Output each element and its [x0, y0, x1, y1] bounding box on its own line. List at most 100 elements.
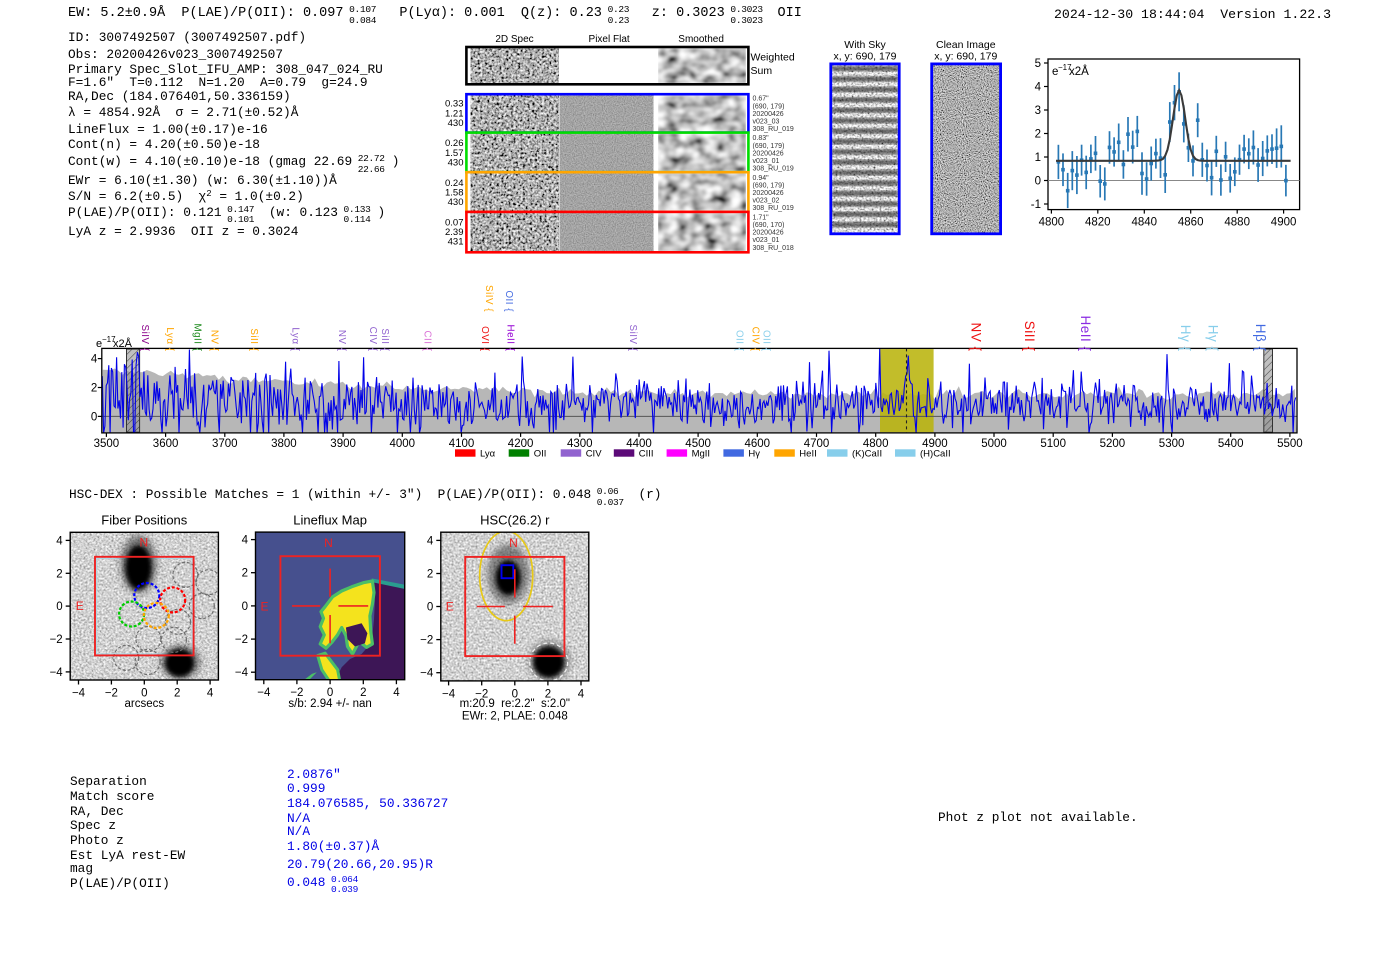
- svg-text:−2: −2: [235, 634, 248, 646]
- svg-text:3700: 3700: [212, 438, 238, 450]
- svg-text:−4: −4: [442, 688, 456, 700]
- svg-text:HSC(26.2) r: HSC(26.2) r: [480, 513, 550, 528]
- svg-text:2: 2: [174, 688, 180, 700]
- svg-text:OII {: OII {: [733, 330, 744, 352]
- svg-text:SiII {: SiII {: [248, 328, 259, 351]
- svg-text:0.94": 0.94": [753, 175, 770, 182]
- svg-text:5400: 5400: [1218, 438, 1244, 450]
- svg-text:−4: −4: [72, 688, 86, 700]
- svg-text:5000: 5000: [981, 438, 1007, 450]
- svg-text:5100: 5100: [1040, 438, 1066, 450]
- svg-text:SiII {: SiII {: [379, 328, 390, 351]
- svg-text:(H)CaII: (H)CaII: [920, 449, 951, 460]
- svg-text:N: N: [509, 536, 518, 550]
- svg-text:4000: 4000: [390, 438, 416, 450]
- svg-text:m:20.9 re:2.2" s:2.0": m:20.9 re:2.2" s:2.0": [460, 698, 570, 710]
- svg-text:Hβ {: Hβ {: [1253, 324, 1268, 352]
- svg-text:2: 2: [427, 569, 433, 581]
- svg-text:−4: −4: [257, 687, 271, 699]
- svg-text:2: 2: [91, 383, 97, 395]
- svg-text:Hγ: Hγ: [748, 449, 760, 460]
- svg-text:E: E: [446, 600, 454, 614]
- svg-text:0: 0: [1035, 176, 1041, 188]
- svg-text:OVI {: OVI {: [479, 326, 490, 352]
- svg-text:x, y: 690, 179: x, y: 690, 179: [833, 51, 896, 63]
- svg-text:N: N: [324, 536, 333, 550]
- svg-text:308_RU_019: 308_RU_019: [753, 205, 794, 212]
- svg-text:0.83": 0.83": [753, 135, 770, 142]
- svg-text:OII: OII: [534, 449, 547, 460]
- svg-text:4880: 4880: [1224, 217, 1250, 229]
- svg-text:3600: 3600: [153, 438, 179, 450]
- svg-text:4820: 4820: [1085, 217, 1111, 229]
- svg-text:430: 430: [448, 197, 464, 208]
- svg-text:0: 0: [427, 602, 433, 614]
- svg-text:20200426: 20200426: [753, 150, 784, 157]
- svg-text:CIV {: CIV {: [367, 327, 378, 352]
- svg-text:308_RU_019: 308_RU_019: [753, 126, 794, 133]
- svg-text:arcsecs: arcsecs: [124, 698, 164, 710]
- svg-text:3: 3: [1035, 105, 1041, 117]
- svg-text:2: 2: [242, 568, 248, 580]
- svg-text:20200426: 20200426: [753, 230, 784, 237]
- svg-text:3900: 3900: [330, 438, 356, 450]
- svg-text:Weighted: Weighted: [751, 52, 795, 64]
- svg-text:3800: 3800: [271, 438, 297, 450]
- svg-text:(K)CaII: (K)CaII: [852, 449, 882, 460]
- svg-text:CIII: CIII: [639, 449, 654, 460]
- svg-text:With Sky: With Sky: [844, 39, 886, 51]
- svg-text:x2Å: x2Å: [113, 337, 133, 350]
- svg-text:20200426: 20200426: [753, 190, 784, 197]
- svg-text:v023_03: v023_03: [753, 119, 780, 126]
- svg-text:x2Å: x2Å: [1069, 65, 1089, 78]
- svg-text:0: 0: [56, 601, 62, 613]
- svg-text:0: 0: [91, 411, 97, 423]
- svg-text:SiII {: SiII {: [1022, 321, 1037, 352]
- svg-text:x, y: 690, 179: x, y: 690, 179: [934, 51, 997, 63]
- svg-text:Fiber Positions: Fiber Positions: [101, 513, 187, 528]
- svg-text:MgII {: MgII {: [191, 323, 202, 351]
- svg-text:308_RU_018: 308_RU_018: [753, 245, 794, 252]
- svg-text:v023_02: v023_02: [753, 198, 780, 205]
- svg-text:5500: 5500: [1277, 438, 1303, 450]
- svg-text:Lyα {: Lyα {: [289, 327, 300, 351]
- svg-text:OII {: OII {: [503, 290, 514, 312]
- svg-text:4: 4: [1035, 82, 1042, 94]
- svg-text:430: 430: [448, 157, 464, 168]
- svg-text:v023_01: v023_01: [753, 237, 780, 244]
- svg-text:MgII: MgII: [692, 449, 710, 460]
- svg-text:Pixel Flat: Pixel Flat: [589, 34, 630, 45]
- svg-text:2D Spec: 2D Spec: [495, 34, 533, 45]
- svg-text:308_RU_019: 308_RU_019: [753, 166, 794, 173]
- svg-text:E: E: [260, 600, 268, 614]
- svg-text:(690, 179): (690, 179): [753, 182, 785, 189]
- svg-text:Smoothed: Smoothed: [678, 34, 724, 45]
- svg-text:5200: 5200: [1100, 438, 1126, 450]
- svg-text:1: 1: [1035, 152, 1041, 164]
- svg-text:4: 4: [242, 535, 249, 547]
- svg-text:NV {: NV {: [968, 322, 983, 351]
- svg-text:NV {: NV {: [208, 330, 219, 352]
- svg-text:2: 2: [56, 568, 62, 580]
- svg-text:430: 430: [448, 118, 464, 129]
- svg-text:4100: 4100: [449, 438, 475, 450]
- svg-text:4: 4: [393, 687, 400, 699]
- svg-text:4840: 4840: [1132, 217, 1158, 229]
- svg-text:2: 2: [1035, 129, 1041, 141]
- svg-text:Hγ {: Hγ {: [1205, 325, 1220, 352]
- svg-text:SiIV {: SiIV {: [139, 325, 150, 352]
- svg-text:CIV {: CIV {: [750, 327, 761, 352]
- svg-text:4860: 4860: [1178, 217, 1204, 229]
- svg-text:NV {: NV {: [336, 330, 347, 352]
- svg-text:HeII: HeII: [799, 449, 816, 460]
- svg-text:4: 4: [91, 354, 98, 366]
- svg-text:CII {: CII {: [421, 330, 432, 351]
- svg-text:431: 431: [448, 237, 464, 248]
- svg-text:5300: 5300: [1159, 438, 1185, 450]
- svg-text:(690, 179): (690, 179): [753, 103, 785, 110]
- svg-text:v023_01: v023_01: [753, 158, 780, 165]
- svg-text:5: 5: [1035, 58, 1041, 70]
- svg-text:4: 4: [578, 688, 585, 700]
- svg-text:−2: −2: [420, 635, 433, 647]
- svg-text:4200: 4200: [508, 438, 534, 450]
